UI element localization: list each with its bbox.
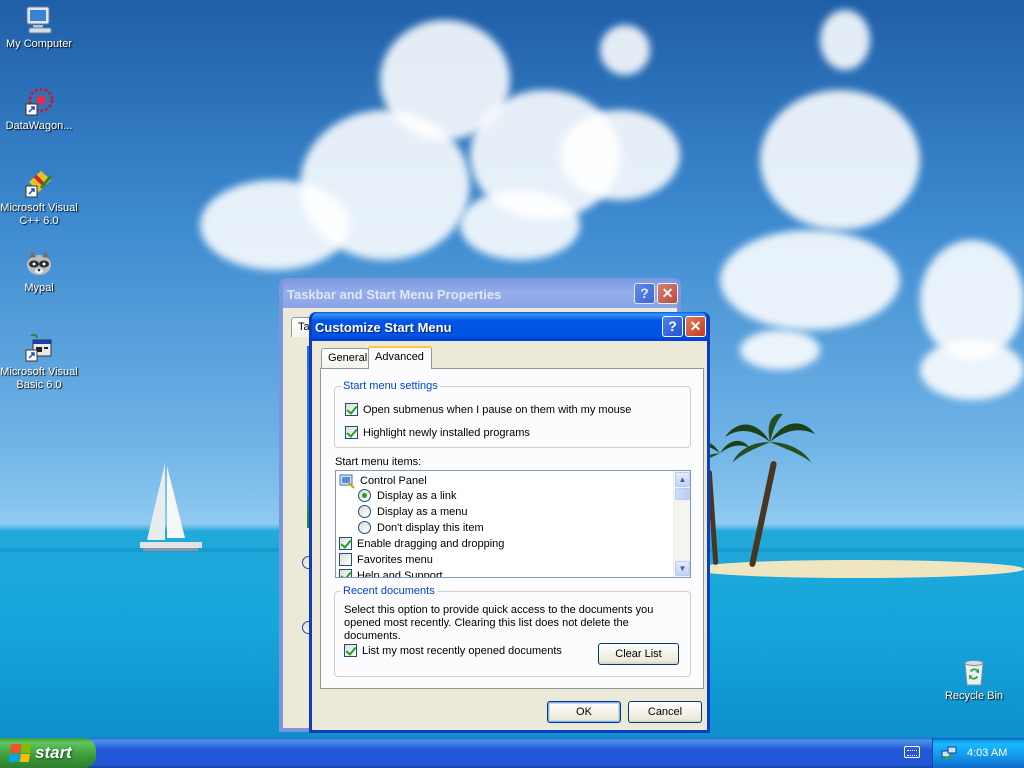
desktop-icon-visual-cpp[interactable]: Microsoft Visual C++ 6.0 bbox=[0, 168, 78, 228]
highlight-programs-label: Highlight newly installed programs bbox=[363, 426, 530, 439]
customize-start-menu-dialog[interactable]: Customize Start Menu ? ✕ General Advance… bbox=[309, 312, 710, 733]
clear-list-button[interactable]: Clear List bbox=[598, 643, 679, 665]
display-as-link-radio[interactable] bbox=[358, 489, 371, 502]
visual-basic-icon bbox=[23, 332, 55, 364]
tab-advanced[interactable]: Advanced bbox=[368, 346, 432, 369]
help-support-checkbox[interactable] bbox=[339, 569, 352, 577]
wallpaper-cloud bbox=[200, 180, 350, 270]
windows-flag-icon bbox=[8, 744, 32, 762]
list-recent-documents-checkbox[interactable] bbox=[344, 644, 357, 657]
close-button[interactable]: ✕ bbox=[685, 316, 706, 337]
highlight-programs-checkbox[interactable] bbox=[345, 426, 358, 439]
dont-display-radio[interactable] bbox=[358, 521, 371, 534]
list-item-dont-display[interactable]: Don't display this item bbox=[358, 521, 484, 534]
items-scrollbar[interactable]: ▲ ▼ bbox=[673, 471, 690, 577]
sailboat bbox=[140, 463, 202, 551]
wallpaper-cloud bbox=[760, 90, 920, 230]
list-item-help-support[interactable]: Help and Support bbox=[339, 569, 443, 578]
recent-documents-description: Select this option to provide quick acce… bbox=[344, 604, 654, 642]
help-support-label: Help and Support bbox=[357, 569, 443, 578]
favorites-menu-checkbox[interactable] bbox=[339, 553, 352, 566]
wallpaper-cloud bbox=[600, 25, 650, 75]
list-recent-documents-label: List my most recently opened documents bbox=[362, 644, 562, 657]
mypal-raccoon-icon bbox=[23, 248, 55, 280]
wallpaper-cloud bbox=[740, 330, 820, 370]
highlight-programs-option[interactable]: Highlight newly installed programs bbox=[345, 426, 530, 439]
visual-cpp-icon bbox=[23, 168, 55, 200]
desktop-icon-recycle-bin[interactable]: Recycle Bin bbox=[935, 656, 1013, 703]
display-as-link-label: Display as a link bbox=[377, 489, 457, 502]
start-menu-settings-group: Start menu settings Open submenus when I… bbox=[334, 380, 691, 448]
recent-documents-label: Recent documents bbox=[341, 585, 437, 597]
control-panel-label: Control Panel bbox=[360, 475, 427, 487]
dialog-title: Customize Start Menu bbox=[315, 320, 452, 335]
recycle-bin-icon bbox=[958, 656, 990, 688]
desktop-icon-label: My Computer bbox=[5, 38, 73, 50]
ok-button[interactable]: OK bbox=[547, 701, 621, 723]
dont-display-label: Don't display this item bbox=[377, 521, 484, 534]
desktop-icon-label: DataWagon... bbox=[5, 120, 73, 132]
list-item-display-as-menu[interactable]: Display as a menu bbox=[358, 505, 468, 518]
start-label: start bbox=[35, 743, 72, 762]
wallpaper-cloud bbox=[560, 110, 680, 200]
taskbar-properties-help-button[interactable]: ? bbox=[634, 283, 655, 304]
start-menu-items-list[interactable]: Control Panel Display as a link Display … bbox=[335, 470, 691, 578]
taskbar: start 4:03 AM bbox=[0, 738, 1024, 768]
enable-dragging-label: Enable dragging and dropping bbox=[357, 537, 505, 550]
wallpaper-cloud bbox=[720, 230, 900, 330]
keyboard-icon[interactable] bbox=[904, 746, 920, 758]
system-tray: 4:03 AM bbox=[932, 738, 1024, 768]
taskbar-properties-title: Taskbar and Start Menu Properties bbox=[287, 287, 502, 302]
favorites-menu-label: Favorites menu bbox=[357, 553, 433, 566]
list-item-display-as-link[interactable]: Display as a link bbox=[358, 489, 456, 502]
scroll-up-button[interactable]: ▲ bbox=[675, 472, 690, 487]
wallpaper-cloud bbox=[920, 340, 1024, 400]
advanced-tab-panel: Start menu settings Open submenus when I… bbox=[320, 368, 704, 689]
start-menu-items-label: Start menu items: bbox=[335, 456, 422, 468]
recent-documents-group: Recent documents Select this option to p… bbox=[334, 585, 691, 677]
scroll-thumb[interactable] bbox=[675, 488, 690, 500]
enable-dragging-checkbox[interactable] bbox=[339, 537, 352, 550]
open-submenus-label: Open submenus when I pause on them with … bbox=[363, 403, 632, 416]
start-menu-settings-label: Start menu settings bbox=[341, 380, 440, 392]
island-sand bbox=[690, 560, 1024, 578]
list-item-enable-dragging[interactable]: Enable dragging and dropping bbox=[339, 537, 504, 550]
scroll-down-button[interactable]: ▼ bbox=[675, 561, 690, 576]
datawagon-icon bbox=[23, 86, 55, 118]
list-recent-documents-option[interactable]: List my most recently opened documents bbox=[344, 644, 562, 657]
open-submenus-option[interactable]: Open submenus when I pause on them with … bbox=[345, 403, 631, 416]
desktop-icon-datawagon[interactable]: DataWagon... bbox=[0, 86, 78, 133]
display-as-menu-radio[interactable] bbox=[358, 505, 371, 518]
display-as-menu-label: Display as a menu bbox=[377, 505, 468, 518]
wallpaper-cloud bbox=[460, 190, 580, 260]
my-computer-icon bbox=[23, 4, 55, 36]
tab-general[interactable]: General bbox=[321, 348, 369, 368]
desktop-icon-my-computer[interactable]: My Computer bbox=[0, 4, 78, 51]
desktop-icon-label: Microsoft Visual Basic 6.0 bbox=[0, 366, 78, 391]
desktop-icon-label: Mypal bbox=[24, 282, 54, 294]
wallpaper-cloud bbox=[820, 10, 870, 70]
cancel-button[interactable]: Cancel bbox=[628, 701, 702, 723]
control-panel-icon bbox=[339, 473, 355, 489]
desktop-icon-label: Recycle Bin bbox=[944, 690, 1004, 702]
start-button[interactable]: start bbox=[0, 738, 96, 768]
clock[interactable]: 4:03 AM bbox=[967, 747, 1007, 759]
help-button[interactable]: ? bbox=[662, 316, 683, 337]
desktop-icon-mypal[interactable]: Mypal bbox=[0, 248, 78, 295]
dialog-client: General Advanced Start menu settings Ope… bbox=[312, 341, 707, 730]
list-item-favorites-menu[interactable]: Favorites menu bbox=[339, 553, 433, 566]
network-icon[interactable] bbox=[941, 745, 957, 761]
desktop-icon-visual-basic[interactable]: Microsoft Visual Basic 6.0 bbox=[0, 332, 78, 392]
open-submenus-checkbox[interactable] bbox=[345, 403, 358, 416]
desktop-icon-label: Microsoft Visual C++ 6.0 bbox=[0, 202, 78, 227]
list-item-control-panel: Control Panel bbox=[339, 473, 427, 489]
taskbar-properties-close-button[interactable]: ✕ bbox=[657, 283, 678, 304]
